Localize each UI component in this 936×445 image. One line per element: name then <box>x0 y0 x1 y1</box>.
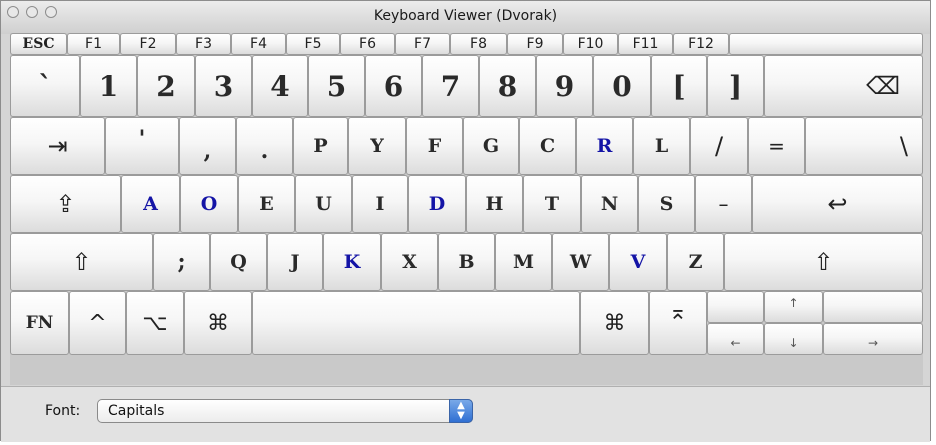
key-w[interactable]: W <box>552 233 609 291</box>
key-f1[interactable]: F1 <box>67 33 120 55</box>
font-select-value: Capitals <box>108 403 165 419</box>
key-5[interactable]: 5 <box>308 55 365 117</box>
key-left-bracket[interactable]: [ <box>651 55 707 117</box>
key-4[interactable]: 4 <box>252 55 308 117</box>
key-space[interactable] <box>252 291 580 355</box>
window-title: Keyboard Viewer (Dvorak) <box>373 8 558 24</box>
key-tab[interactable]: ⇥ <box>10 117 105 175</box>
key-8[interactable]: 8 <box>479 55 536 117</box>
key-left-command[interactable]: ⌘ <box>184 291 252 355</box>
key-7[interactable]: 7 <box>422 55 479 117</box>
key-f10[interactable]: F10 <box>563 33 618 55</box>
key-3[interactable]: 3 <box>195 55 252 117</box>
key-left-shift[interactable]: ⇧ <box>10 233 153 291</box>
updown-arrows-icon[interactable]: ▲ ▼ <box>449 399 473 423</box>
key-semicolon[interactable]: ; <box>153 233 210 291</box>
key-arrow-up[interactable]: ↑ <box>764 291 823 323</box>
key-p[interactable]: P <box>293 117 348 175</box>
key-right-bracket[interactable]: ] <box>707 55 764 117</box>
title-bar[interactable]: Keyboard Viewer (Dvorak) <box>1 1 930 34</box>
key-f7[interactable]: F7 <box>395 33 450 55</box>
key-s[interactable]: S <box>638 175 695 233</box>
key-r[interactable]: R <box>576 117 633 175</box>
key-arrow-gap-right <box>823 291 923 323</box>
key-f11[interactable]: F11 <box>618 33 673 55</box>
key-fn[interactable]: FN <box>10 291 69 355</box>
key-b[interactable]: B <box>438 233 495 291</box>
key-equals[interactable]: = <box>748 117 805 175</box>
key-slash[interactable]: / <box>690 117 748 175</box>
key-t[interactable]: T <box>523 175 581 233</box>
key-o[interactable]: O <box>180 175 238 233</box>
key-period[interactable]: . <box>236 117 293 175</box>
key-h[interactable]: H <box>466 175 523 233</box>
key-g[interactable]: G <box>463 117 519 175</box>
key-f4[interactable]: F4 <box>231 33 286 55</box>
key-f12[interactable]: F12 <box>673 33 729 55</box>
key-i[interactable]: I <box>352 175 408 233</box>
key-right-command[interactable]: ⌘ <box>580 291 649 355</box>
key-caps-lock[interactable]: ⇪ <box>10 175 121 233</box>
key-f8[interactable]: F8 <box>450 33 507 55</box>
key-x[interactable]: X <box>381 233 438 291</box>
key-blank-function <box>729 33 923 55</box>
key-arrow-gap <box>707 291 764 323</box>
key-backslash[interactable]: \ <box>805 117 923 175</box>
key-d[interactable]: D <box>408 175 466 233</box>
key-minus[interactable]: – <box>695 175 752 233</box>
key-1[interactable]: 1 <box>80 55 137 117</box>
key-arrow-left[interactable]: ← <box>707 323 764 355</box>
key-f2[interactable]: F2 <box>120 33 176 55</box>
keyboard: ESC F1 F2 F3 F4 F5 F6 F7 F8 F9 F10 F11 F… <box>10 33 923 385</box>
key-j[interactable]: J <box>267 233 323 291</box>
key-v[interactable]: V <box>609 233 667 291</box>
key-right-shift[interactable]: ⇧ <box>724 233 923 291</box>
key-y[interactable]: Y <box>348 117 406 175</box>
key-a[interactable]: A <box>121 175 180 233</box>
key-f5[interactable]: F5 <box>286 33 340 55</box>
key-comma[interactable]: , <box>179 117 236 175</box>
key-u[interactable]: U <box>295 175 352 233</box>
key-enter[interactable]: ⌅ <box>649 291 707 355</box>
key-option[interactable]: ⌥ <box>126 291 184 355</box>
key-c[interactable]: C <box>519 117 576 175</box>
key-f[interactable]: F <box>406 117 463 175</box>
keyboard-viewer-window: Keyboard Viewer (Dvorak) ESC F1 F2 F3 F4… <box>0 0 931 442</box>
key-0[interactable]: 0 <box>593 55 651 117</box>
key-2[interactable]: 2 <box>137 55 195 117</box>
key-m[interactable]: M <box>495 233 552 291</box>
key-return[interactable]: ↩ <box>752 175 923 233</box>
key-e[interactable]: E <box>238 175 295 233</box>
key-esc[interactable]: ESC <box>10 33 67 55</box>
font-bar: Font: Capitals ▲ ▼ <box>1 386 930 442</box>
key-q[interactable]: Q <box>210 233 267 291</box>
key-f6[interactable]: F6 <box>340 33 395 55</box>
key-f3[interactable]: F3 <box>176 33 231 55</box>
key-n[interactable]: N <box>581 175 638 233</box>
key-arrow-right[interactable]: → <box>823 323 923 355</box>
key-backtick[interactable]: ` <box>10 55 80 117</box>
key-6[interactable]: 6 <box>365 55 422 117</box>
key-delete[interactable]: ⌫ <box>764 55 923 117</box>
key-arrow-down[interactable]: ↓ <box>764 323 823 355</box>
key-k[interactable]: K <box>323 233 381 291</box>
key-f9[interactable]: F9 <box>507 33 563 55</box>
key-l[interactable]: L <box>633 117 690 175</box>
key-apostrophe[interactable]: ' <box>105 117 179 175</box>
font-select[interactable]: Capitals ▲ ▼ <box>97 399 473 423</box>
font-label: Font: <box>45 403 81 419</box>
key-9[interactable]: 9 <box>536 55 593 117</box>
key-control[interactable]: ^ <box>69 291 126 355</box>
key-z[interactable]: Z <box>667 233 724 291</box>
